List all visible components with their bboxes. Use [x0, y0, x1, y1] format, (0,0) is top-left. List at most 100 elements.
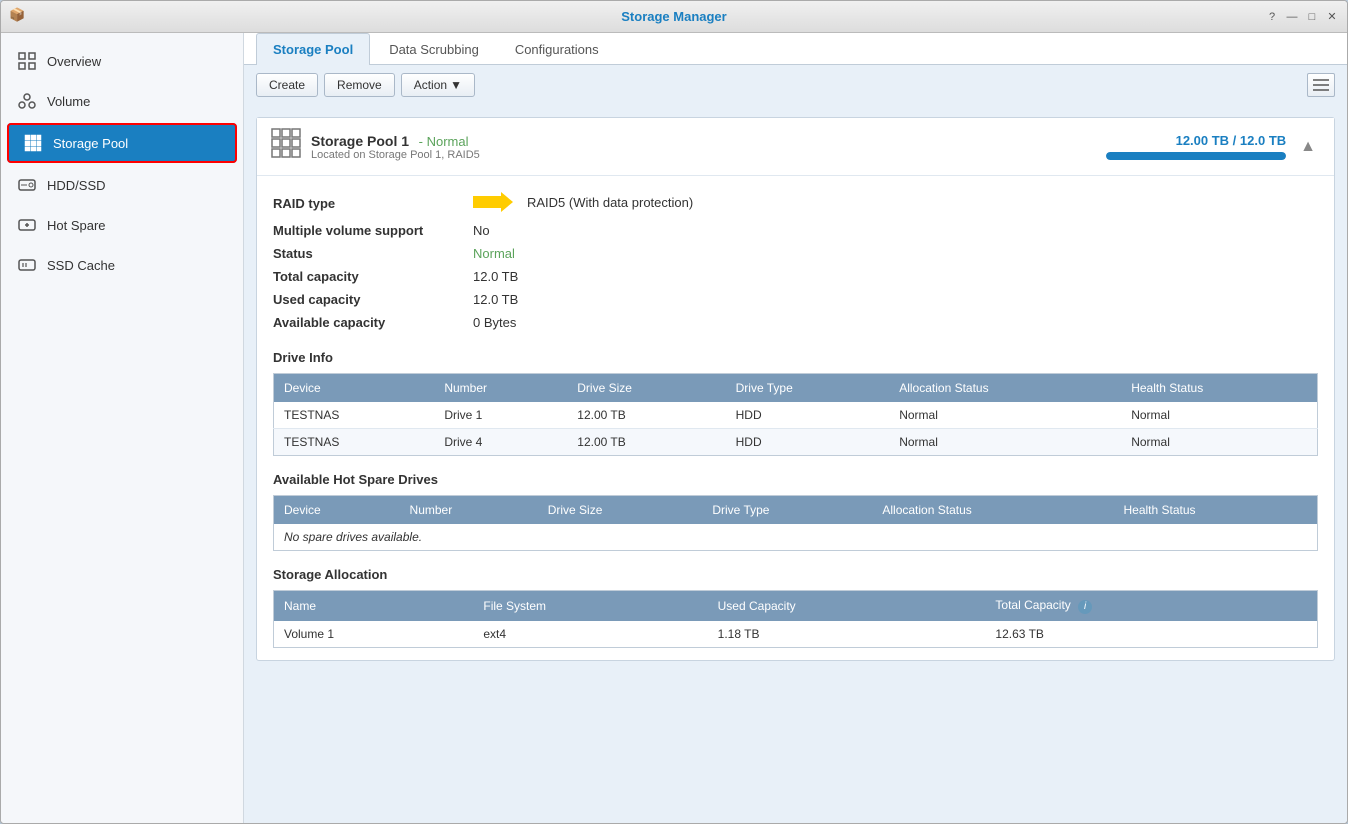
col-drive-type: Drive Type [726, 374, 890, 403]
storage-alloc-table: Name File System Used Capacity Total Cap… [273, 590, 1318, 648]
scroll-area[interactable]: Storage Pool 1 - Normal Located on Stora… [244, 105, 1347, 823]
table-row: TESTNAS Drive 1 12.00 TB HDD Normal Norm… [274, 402, 1318, 429]
hs-col-alloc: Allocation Status [872, 496, 1113, 525]
cell-number-2: Drive 4 [434, 429, 567, 456]
storage-allocation-section: Storage Allocation Name File System Used… [273, 567, 1318, 648]
pool-details: RAID type RAID5 (With data protection) [257, 176, 1334, 660]
main-layout: Overview Volume Storage Pool HDD/SSD [1, 33, 1347, 823]
detail-row-total: Total capacity 12.0 TB [273, 265, 1318, 288]
sidebar-item-volume[interactable]: Volume [1, 81, 243, 121]
overview-icon [17, 51, 37, 71]
action-dropdown-icon: ▼ [450, 78, 462, 92]
pool-title: Storage Pool 1 [311, 133, 409, 149]
col-allocation: Allocation Status [889, 374, 1121, 403]
cell-type-2: HDD [726, 429, 890, 456]
sidebar: Overview Volume Storage Pool HDD/SSD [1, 33, 244, 823]
hot-spare-icon [17, 215, 37, 235]
cell-alloc-2: Normal [889, 429, 1121, 456]
no-spare-msg: No spare drives available. [274, 524, 1318, 551]
sa-total-1: 12.63 TB [985, 621, 1317, 648]
yellow-arrow-annotation [473, 192, 513, 212]
tab-storage-pool[interactable]: Storage Pool [256, 33, 370, 65]
avail-cap-value: 0 Bytes [473, 315, 516, 330]
hs-col-size: Drive Size [538, 496, 703, 525]
cell-type-1: HDD [726, 402, 890, 429]
pool-capacity-text: 12.00 TB / 12.0 TB [1106, 133, 1286, 148]
toolbar-actions: Create Remove Action ▼ [256, 73, 475, 97]
status-value: Normal [473, 246, 515, 261]
table-row: No spare drives available. [274, 524, 1318, 551]
col-device: Device [274, 374, 435, 403]
hot-spare-table: Device Number Drive Size Drive Type Allo… [273, 495, 1318, 551]
sidebar-item-storage-pool[interactable]: Storage Pool [7, 123, 237, 163]
sidebar-hdd-label: HDD/SSD [47, 178, 106, 193]
view-toggle-button[interactable] [1307, 73, 1335, 97]
ssd-cache-icon [17, 255, 37, 275]
sidebar-item-ssd-cache[interactable]: SSD Cache [1, 245, 243, 285]
pool-capacity: 12.00 TB / 12.0 TB [1106, 133, 1286, 160]
pool-subtitle: Located on Storage Pool 1, RAID5 [311, 149, 1096, 161]
detail-row-used: Used capacity 12.0 TB [273, 288, 1318, 311]
hs-col-health: Health Status [1113, 496, 1317, 525]
storage-pool-icon [23, 133, 43, 153]
sa-col-used: Used Capacity [708, 591, 986, 621]
close-button[interactable]: ✕ [1325, 10, 1339, 24]
sa-fs-1: ext4 [473, 621, 707, 648]
content-area: Storage Pool Data Scrubbing Configuratio… [244, 33, 1347, 823]
pool-header-icon [271, 128, 301, 165]
detail-row-raid: RAID type RAID5 (With data protection) [273, 188, 1318, 219]
action-button[interactable]: Action ▼ [401, 73, 475, 97]
pool-header: Storage Pool 1 - Normal Located on Stora… [257, 118, 1334, 176]
volume-icon [17, 91, 37, 111]
storage-manager-window: 📦 Storage Manager ? — □ ✕ Overview Volum… [0, 0, 1348, 824]
col-health: Health Status [1121, 374, 1317, 403]
pool-collapse-button[interactable]: ▲ [1296, 134, 1320, 160]
pool-title-row: Storage Pool 1 - Normal [311, 133, 1096, 149]
sidebar-volume-label: Volume [47, 94, 90, 109]
minimize-button[interactable]: — [1285, 10, 1299, 24]
remove-button[interactable]: Remove [324, 73, 395, 97]
sidebar-item-hdd-ssd[interactable]: HDD/SSD [1, 165, 243, 205]
sa-used-1: 1.18 TB [708, 621, 986, 648]
detail-row-mvs: Multiple volume support No [273, 219, 1318, 242]
hot-spare-section: Available Hot Spare Drives Device Number… [273, 472, 1318, 551]
sa-col-fs: File System [473, 591, 707, 621]
sidebar-overview-label: Overview [47, 54, 101, 69]
used-cap-label: Used capacity [273, 292, 473, 307]
app-icon: 📦 [9, 7, 29, 27]
hs-col-type: Drive Type [702, 496, 872, 525]
pool-capacity-fill [1106, 152, 1286, 160]
pool-header-info: Storage Pool 1 - Normal Located on Stora… [311, 133, 1096, 161]
sidebar-hot-spare-label: Hot Spare [47, 218, 106, 233]
cell-health-1: Normal [1121, 402, 1317, 429]
title-bar: 📦 Storage Manager ? — □ ✕ [1, 1, 1347, 33]
detail-row-avail: Available capacity 0 Bytes [273, 311, 1318, 334]
avail-cap-label: Available capacity [273, 315, 473, 330]
sa-name-1: Volume 1 [274, 621, 474, 648]
sidebar-item-overview[interactable]: Overview [1, 41, 243, 81]
pool-capacity-bar [1106, 152, 1286, 160]
drive-info-section: Drive Info Device Number Drive Size Driv… [273, 350, 1318, 456]
cell-device-1: TESTNAS [274, 402, 435, 429]
window-title: Storage Manager [621, 9, 726, 24]
storage-alloc-title: Storage Allocation [273, 567, 1318, 582]
tab-configurations[interactable]: Configurations [498, 33, 616, 65]
tab-data-scrubbing[interactable]: Data Scrubbing [372, 33, 496, 65]
toolbar: Create Remove Action ▼ [244, 65, 1347, 105]
sidebar-item-hot-spare[interactable]: Hot Spare [1, 205, 243, 245]
hot-spare-title: Available Hot Spare Drives [273, 472, 1318, 487]
drive-info-title: Drive Info [273, 350, 1318, 365]
status-label: Status [273, 246, 473, 261]
cell-size-2: 12.00 TB [567, 429, 725, 456]
tabs-bar: Storage Pool Data Scrubbing Configuratio… [244, 33, 1347, 65]
create-button[interactable]: Create [256, 73, 318, 97]
used-cap-value: 12.0 TB [473, 292, 518, 307]
hs-col-number: Number [400, 496, 538, 525]
cell-size-1: 12.00 TB [567, 402, 725, 429]
pool-card: Storage Pool 1 - Normal Located on Stora… [256, 117, 1335, 661]
help-button[interactable]: ? [1265, 10, 1279, 24]
cell-device-2: TESTNAS [274, 429, 435, 456]
maximize-button[interactable]: □ [1305, 10, 1319, 24]
table-row: TESTNAS Drive 4 12.00 TB HDD Normal Norm… [274, 429, 1318, 456]
hs-col-device: Device [274, 496, 400, 525]
